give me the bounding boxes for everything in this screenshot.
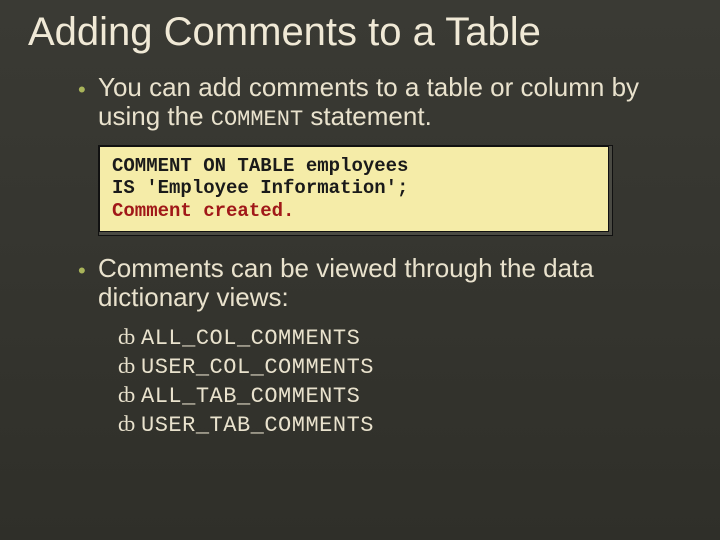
- slide-title: Adding Comments to a Table: [28, 10, 720, 55]
- code-result: Comment created.: [112, 200, 294, 222]
- bullet-dot-icon: •: [78, 77, 98, 103]
- code-line-2: IS 'Employee Information';: [112, 177, 408, 199]
- code-box: COMMENT ON TABLE employees IS 'Employee …: [99, 146, 609, 232]
- bullet-text: Comments can be viewed through the data …: [98, 254, 690, 312]
- infinity-bullet-icon: ȸ: [118, 324, 135, 350]
- bullet-text: You can add comments to a table or colum…: [98, 73, 690, 133]
- view-name: USER_TAB_COMMENTS: [141, 413, 374, 438]
- bullet-item: • Comments can be viewed through the dat…: [78, 254, 690, 312]
- infinity-bullet-icon: ȸ: [118, 353, 135, 379]
- view-name: ALL_TAB_COMMENTS: [141, 384, 360, 409]
- slide: Adding Comments to a Table • You can add…: [0, 10, 720, 540]
- infinity-bullet-icon: ȸ: [118, 382, 135, 408]
- bullet-1-code: COMMENT: [211, 107, 303, 132]
- view-name: USER_COL_COMMENTS: [141, 355, 374, 380]
- sub-list: ȸ ALL_COL_COMMENTS ȸ USER_COL_COMMENTS ȸ…: [118, 324, 720, 438]
- list-item: ȸ ALL_TAB_COMMENTS: [118, 382, 720, 409]
- code-box-shadow: COMMENT ON TABLE employees IS 'Employee …: [98, 145, 613, 236]
- infinity-bullet-icon: ȸ: [118, 411, 135, 437]
- bullet-dot-icon: •: [78, 258, 98, 284]
- bullet-item: • You can add comments to a table or col…: [78, 73, 690, 133]
- view-name: ALL_COL_COMMENTS: [141, 326, 360, 351]
- bullet-1-post: statement.: [303, 101, 432, 131]
- list-item: ȸ ALL_COL_COMMENTS: [118, 324, 720, 351]
- list-item: ȸ USER_TAB_COMMENTS: [118, 411, 720, 438]
- code-line-1: COMMENT ON TABLE employees: [112, 155, 408, 177]
- list-item: ȸ USER_COL_COMMENTS: [118, 353, 720, 380]
